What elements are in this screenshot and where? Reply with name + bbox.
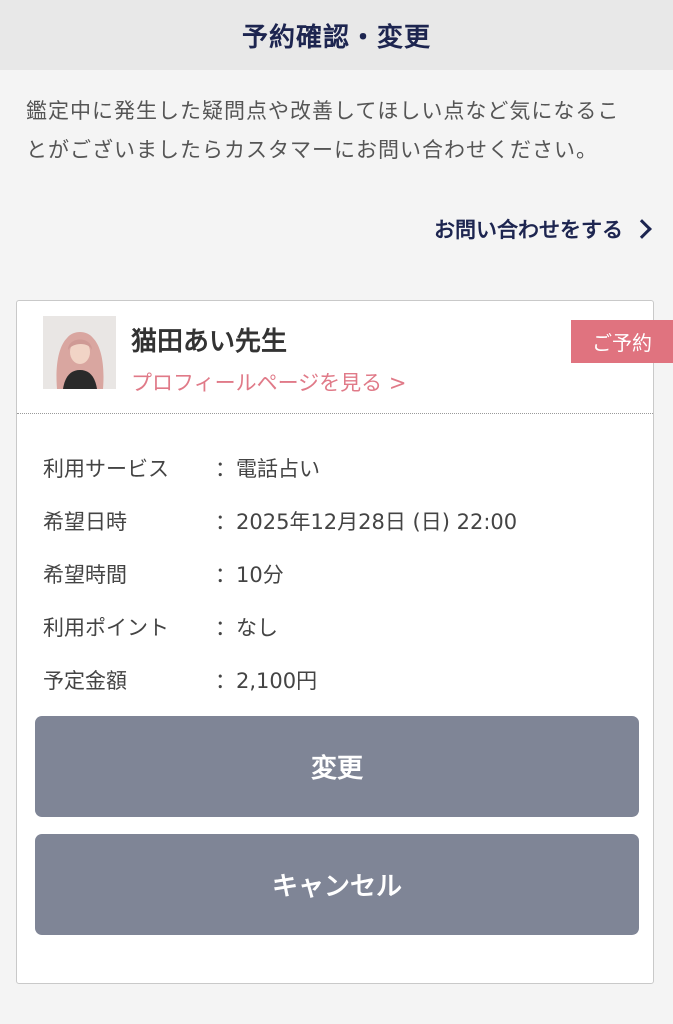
detail-label: 利用ポイント (43, 615, 169, 640)
detail-label: 希望時間 (43, 562, 127, 587)
change-button[interactable]: 変更 (35, 716, 639, 817)
cancel-button[interactable]: キャンセル (35, 834, 639, 935)
detail-label: 希望日時 (43, 509, 127, 534)
profile-link[interactable]: プロフィールページを見る > (131, 367, 406, 397)
reservation-badge: ご予約 (571, 320, 673, 363)
detail-row-points: 利用ポイント ：なし (43, 600, 633, 653)
reservation-card: 猫田あい先生 プロフィールページを見る > 利用サービス ：電話占い 希望日時 … (16, 300, 654, 984)
contact-link-label: お問い合わせをする (434, 218, 623, 242)
reservation-details: 利用サービス ：電話占い 希望日時 ：2025年12月28日 (日) 22:00… (43, 441, 633, 706)
detail-value: ：なし (215, 615, 278, 640)
page-header: 予約確認・変更 (0, 0, 673, 70)
detail-value: ：2025年12月28日 (日) 22:00 (215, 509, 518, 534)
teacher-name: 猫田あい先生 (131, 327, 288, 357)
detail-row-datetime: 希望日時 ：2025年12月28日 (日) 22:00 (43, 494, 633, 547)
detail-row-price: 予定金額 ：2,100円 (43, 653, 633, 706)
detail-label: 利用サービス (43, 456, 169, 481)
page-title: 予約確認・変更 (241, 22, 431, 53)
chevron-right-icon (632, 219, 652, 239)
teacher-photo (43, 316, 116, 389)
contact-link[interactable]: お問い合わせをする (434, 214, 653, 244)
teacher-header: 猫田あい先生 プロフィールページを見る > (17, 301, 653, 414)
detail-value: ：10分 (215, 562, 284, 587)
detail-value: ：2,100円 (215, 668, 318, 693)
avatar (43, 316, 116, 389)
detail-row-service: 利用サービス ：電話占い (43, 441, 633, 494)
notice-text: 鑑定中に発生した疑問点や改善してほしい点など気になることがございましたらカスタマ… (26, 99, 620, 162)
detail-row-duration: 希望時間 ：10分 (43, 547, 633, 600)
detail-value: ：電話占い (215, 456, 320, 481)
detail-label: 予定金額 (43, 668, 127, 693)
